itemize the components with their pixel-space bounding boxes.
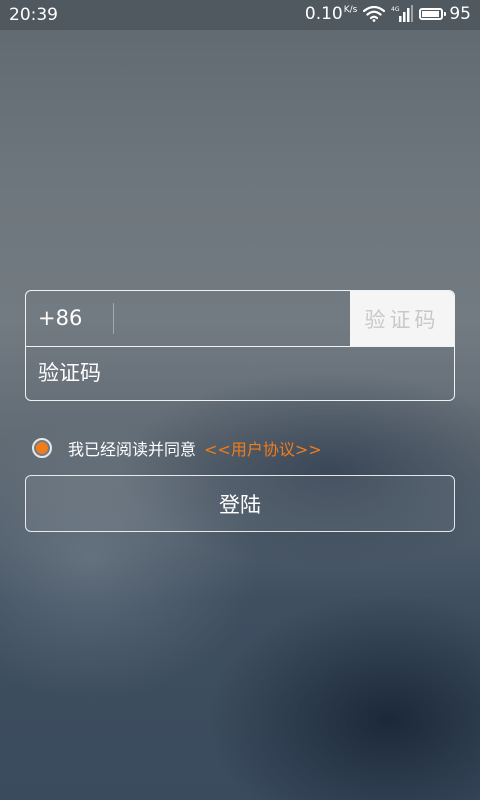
get-code-button[interactable]: 验证码 — [350, 291, 454, 346]
network-speed-value: 0.10 — [304, 4, 343, 24]
radio-dot — [36, 442, 48, 454]
battery-fill — [422, 11, 440, 17]
signal-icon: 4G — [391, 5, 414, 23]
wifi-icon — [363, 6, 386, 22]
country-code[interactable]: +86 — [38, 306, 82, 330]
phone-input[interactable] — [121, 299, 346, 337]
network-speed-unit: K/s — [343, 5, 358, 16]
login-form: +86 验证码 — [25, 290, 455, 401]
phone-row: +86 验证码 — [26, 291, 454, 347]
network-speed: 0.10K/s — [305, 4, 357, 24]
network-type-label: 4G — [391, 6, 400, 13]
status-bar: 20:39 0.10K/s 4G 95 — [0, 0, 480, 30]
agreement-row: 我已经阅读并同意 <<用户协议>> — [32, 437, 322, 459]
login-button[interactable]: 登陆 — [25, 475, 455, 532]
status-time: 20:39 — [9, 5, 58, 25]
status-indicators: 0.10K/s 4G 95 — [305, 4, 471, 24]
user-agreement-link[interactable]: <<用户协议>> — [204, 436, 322, 460]
agreement-text: 我已经阅读并同意 — [68, 440, 197, 459]
phone-divider — [113, 303, 114, 334]
battery-icon — [419, 8, 447, 20]
radio-checked-icon[interactable] — [32, 438, 52, 458]
battery-level: 95 — [449, 4, 471, 24]
code-input[interactable] — [38, 354, 438, 392]
